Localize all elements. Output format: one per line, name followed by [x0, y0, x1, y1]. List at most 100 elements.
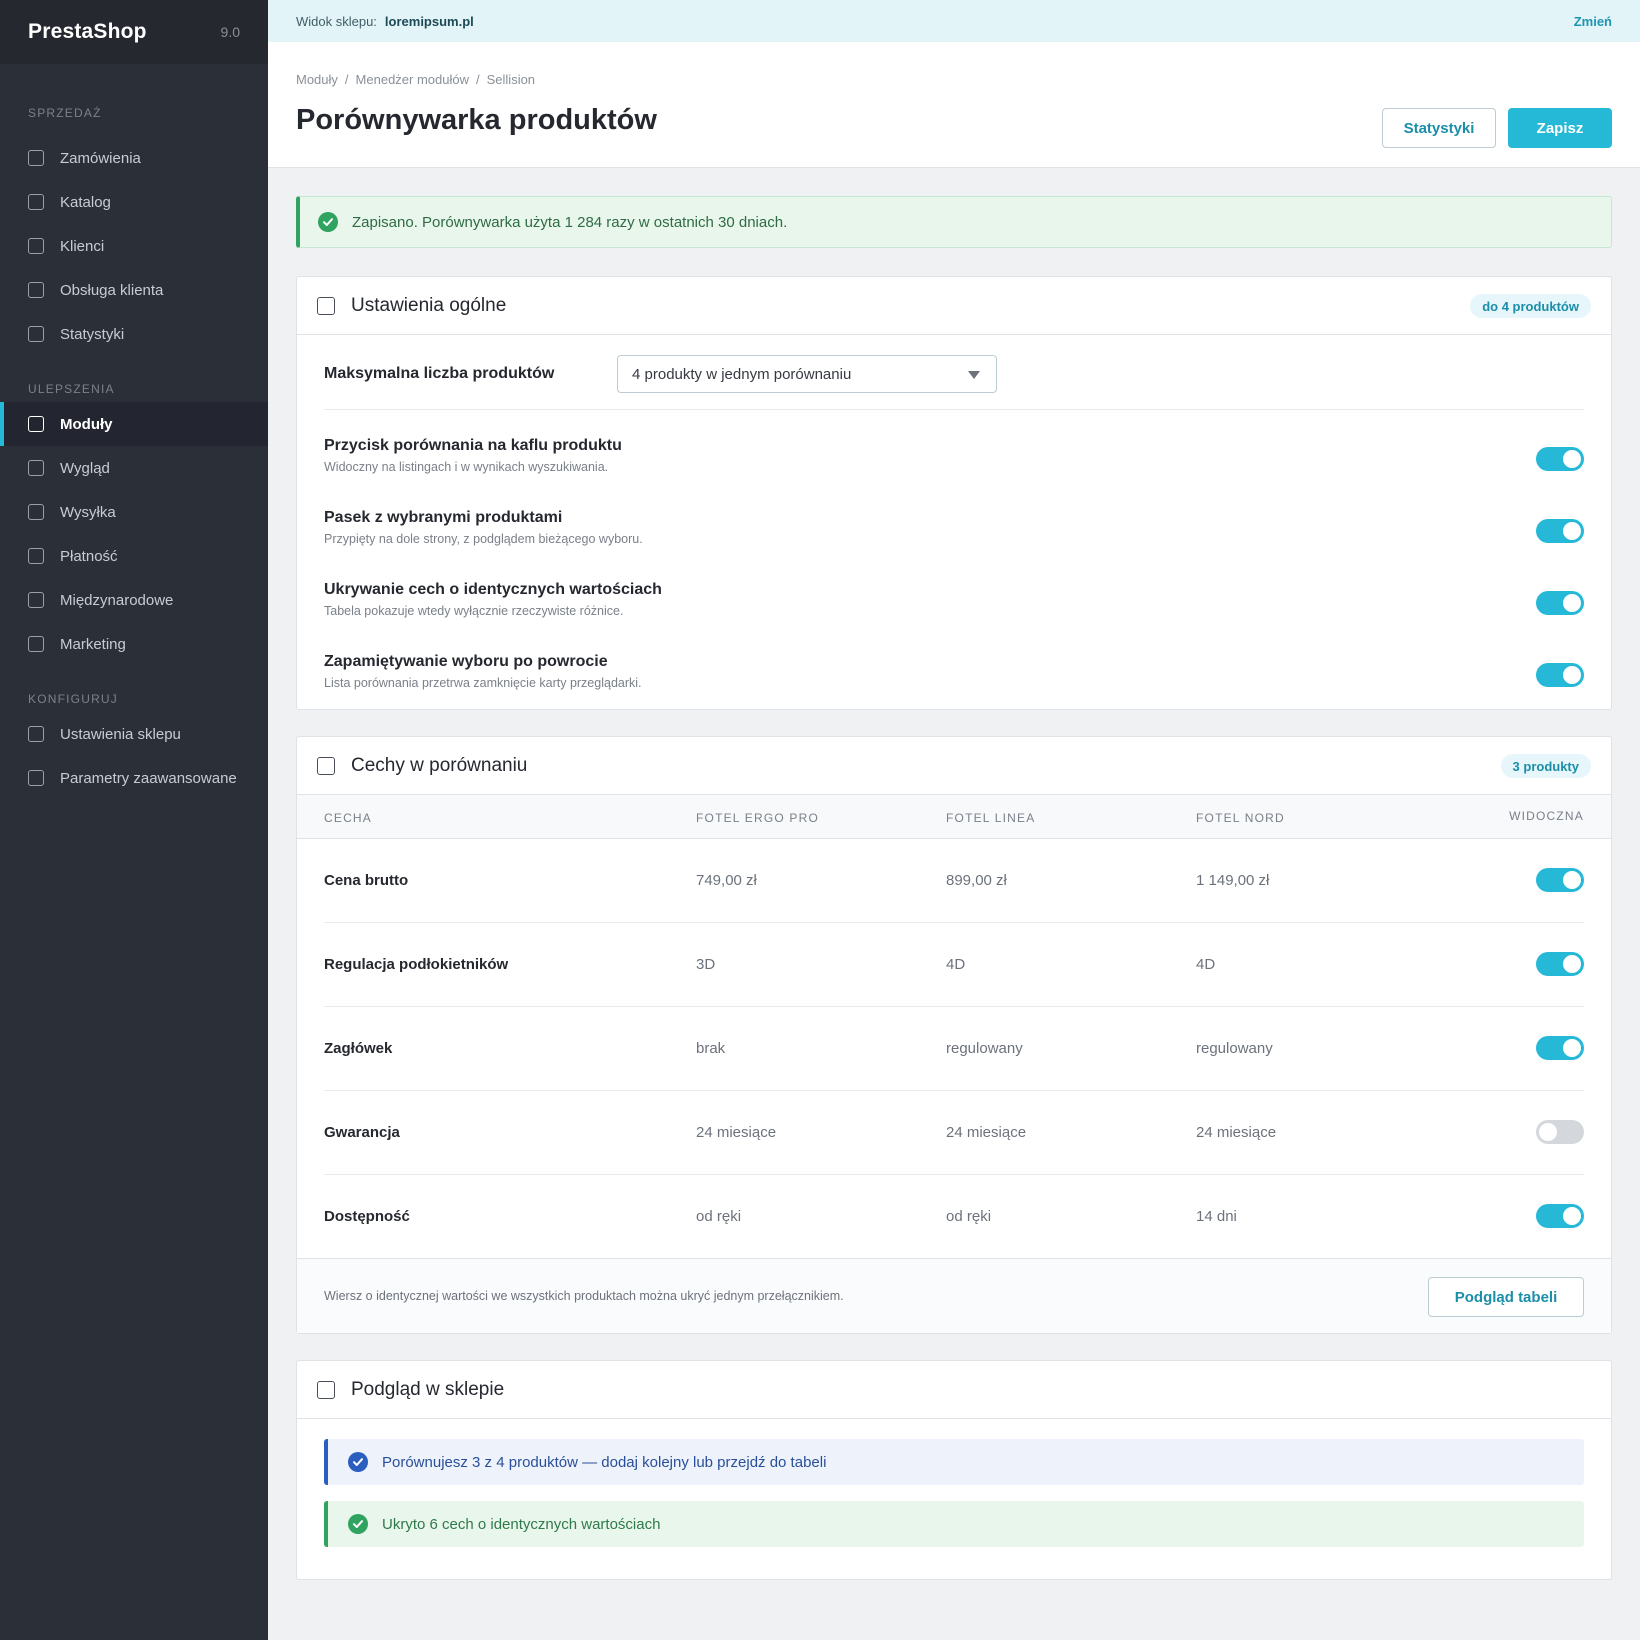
- feature-name: Zagłówek: [324, 1040, 393, 1057]
- sidebar-item-customers[interactable]: Klienci: [0, 224, 268, 268]
- divider: [324, 409, 1584, 410]
- sidebar-item-label: Marketing: [60, 635, 126, 653]
- sidebar-item-international[interactable]: Międzynarodowe: [0, 578, 268, 622]
- change-shop-link[interactable]: Zmień: [1574, 14, 1612, 29]
- breadcrumb-modules[interactable]: Moduły: [296, 72, 338, 87]
- save-button[interactable]: Zapisz: [1508, 108, 1612, 148]
- column-header: FOTEL NORD: [1196, 811, 1285, 825]
- square-icon: [28, 770, 44, 786]
- toggle-knob: [1563, 450, 1581, 468]
- sidebar-item-label: Ustawienia sklepu: [60, 725, 181, 743]
- toggle-knob: [1539, 1123, 1557, 1141]
- page-header: Moduły / Menedżer modułów / Sellision Porówn…: [268, 42, 1640, 168]
- sidebar-item-shipping[interactable]: Wysyłka: [0, 490, 268, 534]
- sidebar-item-payment[interactable]: Płatność: [0, 534, 268, 578]
- sidebar-item-advanced-parameters[interactable]: Parametry zaawansowane: [0, 756, 268, 800]
- square-icon: [28, 326, 44, 342]
- stats-button[interactable]: Statystyki: [1382, 108, 1496, 148]
- breadcrumb-separator: /: [344, 72, 349, 87]
- nav-section-configure: KONFIGURUJ: [28, 692, 118, 706]
- toggle-switch[interactable]: [1536, 1036, 1584, 1060]
- column-header: WIDOCZNA: [1509, 809, 1584, 823]
- shop-view-bar: Widok sklepu: loremipsum.pl Zmień: [268, 0, 1640, 42]
- brand-logo[interactable]: PrestaShop: [28, 20, 147, 44]
- sidebar-item-design[interactable]: Wygląd: [0, 446, 268, 490]
- sidebar-item-stats[interactable]: Statystyki: [0, 312, 268, 356]
- feature-name: Dostępność: [324, 1208, 410, 1225]
- breadcrumb-separator: /: [476, 72, 480, 87]
- table-row: Dostępność od ręki od ręki 14 dni: [324, 1175, 1584, 1259]
- sidebar-item-customer-service[interactable]: Obsługa klienta: [0, 268, 268, 312]
- setting-label: Przycisk porównania na kaflu produktu: [324, 437, 622, 454]
- shop-view-label: Widok sklepu:: [296, 13, 377, 29]
- toggle-switch[interactable]: [1536, 868, 1584, 892]
- toggle-switch[interactable]: [1536, 952, 1584, 976]
- square-icon: [28, 416, 44, 432]
- setting-description: Przypięty na dole strony, z podglądem bi…: [324, 532, 643, 546]
- setting-label: Zapamiętywanie wyboru po powrocie: [324, 653, 608, 670]
- toggle-switch[interactable]: [1536, 1120, 1584, 1144]
- square-icon: [28, 238, 44, 254]
- breadcrumb-module-manager[interactable]: Menedżer modułów: [356, 72, 469, 87]
- toggle-knob: [1563, 1207, 1581, 1225]
- max-products-value: 4 produkty w jednym porównaniu: [632, 365, 852, 383]
- sidebar-item-modules[interactable]: Moduły: [0, 402, 268, 446]
- brand: PrestaShop 9.0: [0, 0, 268, 64]
- square-icon: [28, 548, 44, 564]
- feature-value: 899,00 zł: [946, 872, 1007, 889]
- max-products-select[interactable]: 4 produkty w jednym porównaniu: [617, 355, 997, 393]
- sidebar-item-label: Wysyłka: [60, 503, 116, 521]
- setting-compare-button: Przycisk porównania na kaflu produktu Wi…: [324, 437, 1584, 493]
- feature-value: regulowany: [946, 1040, 1023, 1057]
- toggle-knob: [1563, 955, 1581, 973]
- square-icon: [28, 726, 44, 742]
- sidebar: PrestaShop 9.0 SPRZEDAŻ Zamówienia Katal…: [0, 0, 268, 1640]
- page-title: Porównywarka produktów: [296, 104, 657, 136]
- preview-table-button[interactable]: Podgląd tabeli: [1428, 1277, 1584, 1317]
- feature-value: 1 149,00 zł: [1196, 872, 1270, 889]
- shop-view: Widok sklepu: loremipsum.pl: [296, 14, 474, 29]
- setting-description: Lista porównania przetrwa zamknięcie kar…: [324, 676, 642, 690]
- square-icon: [317, 1380, 335, 1399]
- sidebar-item-label: Obsługa klienta: [60, 281, 164, 299]
- sidebar-item-marketing[interactable]: Marketing: [0, 622, 268, 666]
- hidden-features-alert: Ukryto 6 cech o identycznych wartościach: [324, 1501, 1584, 1547]
- column-header: CECHA: [324, 811, 373, 825]
- feature-name: Cena brutto: [324, 872, 409, 889]
- card-header: Ustawienia ogólne do 4 produktów: [297, 277, 1611, 335]
- toggle-switch[interactable]: [1536, 663, 1584, 687]
- table-row: Gwarancja 24 miesiące 24 miesiące 24 mie…: [324, 1091, 1584, 1175]
- square-icon: [28, 592, 44, 608]
- toggle-switch[interactable]: [1536, 519, 1584, 543]
- feature-value: 3D: [696, 956, 716, 973]
- hidden-features-text: Ukryto 6 cech o identycznych wartościach: [382, 1515, 661, 1533]
- table-row: Cena brutto 749,00 zł 899,00 zł 1 149,00…: [324, 839, 1584, 923]
- column-header: FOTEL ERGO PRO: [696, 811, 820, 825]
- sidebar-item-label: Statystyki: [60, 325, 125, 343]
- setting-selection-bar: Pasek z wybranymi produktami Przypięty n…: [324, 509, 1584, 565]
- feature-value: 24 miesiące: [946, 1124, 1027, 1141]
- sidebar-item-shop-parameters[interactable]: Ustawienia sklepu: [0, 712, 268, 756]
- success-alert: Zapisano. Porównywarka użyta 1 284 razy …: [296, 196, 1612, 248]
- toggle-switch[interactable]: [1536, 447, 1584, 471]
- setting-remember-selection: Zapamiętywanie wyboru po powrocie Lista …: [324, 653, 1584, 709]
- nav-section-sales: SPRZEDAŻ: [28, 106, 102, 120]
- table-header: CECHA FOTEL ERGO PRO FOTEL LINEA FOTEL N…: [297, 795, 1611, 839]
- square-icon: [28, 460, 44, 476]
- table-footer: Wiersz o identycznej wartości we wszystk…: [297, 1258, 1611, 1333]
- nav-section-improve: ULEPSZENIA: [28, 382, 115, 396]
- toggle-switch[interactable]: [1536, 1204, 1584, 1228]
- feature-value: 4D: [946, 956, 966, 973]
- sidebar-item-orders[interactable]: Zamówienia: [0, 136, 268, 180]
- toggle-knob: [1563, 871, 1581, 889]
- compare-info-alert: Porównujesz 3 z 4 produktów — dodaj kole…: [324, 1439, 1584, 1485]
- toggle-knob: [1563, 1039, 1581, 1057]
- sidebar-item-label: Parametry zaawansowane: [60, 769, 237, 787]
- square-icon: [317, 296, 335, 315]
- feature-value: 24 miesiące: [696, 1124, 777, 1141]
- column-header: FOTEL LINEA: [946, 811, 1036, 825]
- toggle-switch[interactable]: [1536, 591, 1584, 615]
- sidebar-item-label: Katalog: [60, 193, 111, 211]
- shop-link[interactable]: loremipsum.pl: [385, 14, 474, 29]
- sidebar-item-catalog[interactable]: Katalog: [0, 180, 268, 224]
